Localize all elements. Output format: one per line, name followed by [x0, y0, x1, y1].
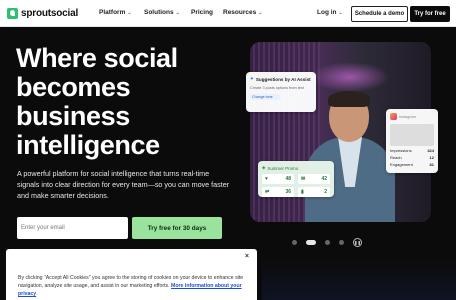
- carousel-dot[interactable]: [292, 240, 297, 245]
- sprout-leaf-icon: [7, 7, 18, 19]
- pause-icon[interactable]: ❚❚: [353, 238, 362, 247]
- schedule-demo-button[interactable]: Schedule a demo: [351, 6, 408, 22]
- nav-pricing[interactable]: Pricing: [191, 9, 213, 16]
- login-label: Log in: [317, 9, 337, 16]
- email-placeholder: Enter your email: [21, 225, 65, 231]
- sprout-logo[interactable]: sproutsocial: [7, 6, 78, 20]
- chevron-down-icon: ⌄: [127, 10, 132, 16]
- nav-resources-label: Resources: [223, 9, 257, 16]
- logo-text: sproutsocial: [21, 7, 79, 19]
- metric-tile: ♥ 48: [262, 174, 294, 184]
- change-tone-chip: Change tone: [250, 94, 280, 100]
- heart-icon: ♥: [265, 176, 268, 182]
- nav-solutions-label: Solutions: [144, 9, 174, 16]
- comment-icon: ✉: [301, 176, 306, 182]
- hero-subcopy: A powerful platform for social intellige…: [17, 169, 230, 200]
- ai-card-title-text: Suggestions by AI Assist: [255, 76, 311, 82]
- email-input[interactable]: Enter your email: [17, 217, 128, 239]
- stat-label: Reach: [390, 155, 402, 160]
- stat-row: Engagement 81: [390, 162, 434, 167]
- stat-value: 424: [427, 148, 434, 153]
- try-for-free-button[interactable]: Try for free: [410, 6, 450, 22]
- carousel-dot[interactable]: [325, 240, 330, 245]
- nav-platform-label: Platform: [99, 9, 126, 16]
- nav-platform[interactable]: Platform ⌄: [99, 9, 132, 16]
- metric-tile: ⇄ 36: [262, 187, 294, 197]
- metric-value: 42: [321, 176, 327, 182]
- metric-tile: ✉ 42: [298, 174, 330, 184]
- stat-label: Impressions: [390, 148, 412, 153]
- ai-suggestions-card: ✦ Suggestions by AI Assist Create 3 post…: [246, 72, 316, 112]
- cookie-text: By clicking "Accept All Cookies" you agr…: [18, 274, 248, 298]
- promo-title: ◈ Summer Promo: [262, 165, 330, 171]
- promo-metrics: ♥ 48 ✉ 42 ⇄ 36 ▮ 2: [262, 174, 330, 197]
- calendar-icon: ◈: [262, 165, 266, 170]
- person-hair: [328, 91, 370, 107]
- metric-value: 2: [324, 189, 327, 195]
- login-link[interactable]: Log in ⌄: [317, 9, 343, 16]
- metric-value: 36: [285, 189, 291, 195]
- instagram-icon: [390, 113, 397, 120]
- carousel-pagination: ❚❚: [292, 238, 362, 247]
- nav-resources[interactable]: Resources ⌄: [223, 9, 262, 16]
- instagram-stats-card: Instagram Impressions 424 Reach 12 Engagem…: [386, 109, 438, 173]
- nav-pricing-label: Pricing: [191, 9, 214, 16]
- cookie-banner: × By clicking "Accept All Cookies" you a…: [6, 249, 257, 300]
- metric-tile: ▮ 2: [298, 187, 330, 197]
- ai-prompt: Create 3 posts options from text: [250, 86, 304, 90]
- chevron-down-icon: ⌄: [175, 10, 180, 16]
- post-thumbnail: [390, 124, 434, 146]
- carousel-dot[interactable]: [339, 240, 344, 245]
- stat-row: Impressions 424: [390, 148, 434, 153]
- nav-solutions[interactable]: Solutions ⌄: [144, 9, 180, 16]
- stat-value: 12: [429, 155, 434, 160]
- summer-promo-card: ◈ Summer Promo ♥ 48 ✉ 42 ⇄ 36 ▮ 2: [258, 161, 334, 197]
- sparkle-icon: ✦: [250, 76, 254, 81]
- neon-glow: [310, 62, 390, 92]
- chevron-down-icon: ⌄: [338, 10, 343, 16]
- share-icon: ⇄: [265, 189, 270, 195]
- stat-row: Reach 12: [390, 155, 434, 160]
- page-bottom-fade: [262, 258, 456, 300]
- stat-value: 81: [429, 162, 434, 167]
- start-trial-button[interactable]: Try free for 30 days: [132, 217, 222, 239]
- metric-value: 48: [285, 176, 291, 182]
- stats-source: Instagram: [399, 114, 416, 119]
- carousel-dot-active[interactable]: [306, 240, 316, 245]
- top-nav: sproutsocial Platform ⌄ Solutions ⌄ Pricin…: [0, 0, 456, 27]
- stat-label: Engagement: [390, 162, 413, 167]
- chevron-down-icon: ⌄: [258, 10, 263, 16]
- close-icon[interactable]: ×: [245, 253, 249, 260]
- hero-headline: Where social becomes business intelligen…: [16, 43, 178, 160]
- bookmark-icon: ▮: [301, 189, 304, 195]
- promo-title-text: Summer Promo: [267, 165, 299, 171]
- stats-header: Instagram: [390, 113, 434, 120]
- ai-card-title: ✦ Suggestions by AI Assist: [250, 76, 312, 82]
